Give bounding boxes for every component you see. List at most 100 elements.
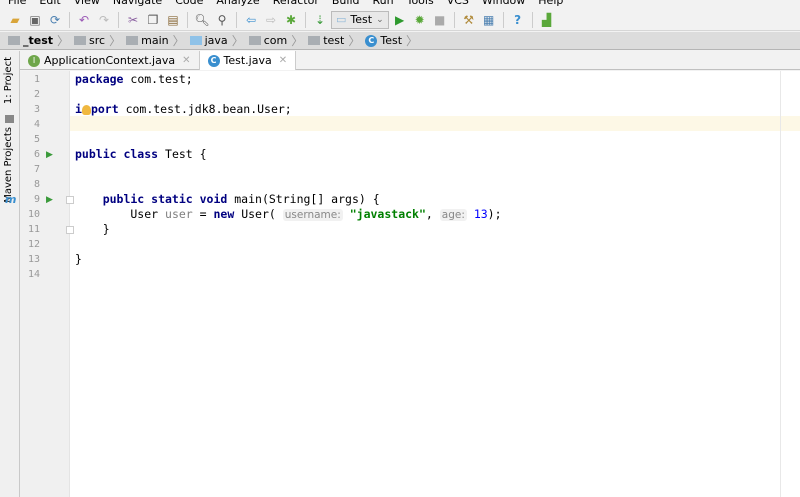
package-icon — [248, 36, 261, 45]
chevron-right-icon: 〉 — [109, 34, 122, 48]
open-icon[interactable]: ▰ — [6, 11, 24, 29]
breadcrumb-label: test — [323, 34, 345, 47]
line-number: 3 — [33, 104, 40, 115]
toolbar: ▰ ▣ ⟳ ↶ ↷ ✂ ❐ ▤ 🔍︎ ⚲ ⇦ ⇨ ✱ ⇣ ▭ Test ⌄ ▶ … — [0, 9, 800, 31]
divider — [453, 11, 455, 28]
chevron-right-icon: 〉 — [57, 34, 70, 48]
interface-icon: I — [28, 54, 40, 67]
class-icon: C — [365, 34, 378, 47]
project-tool-button[interactable]: 1: Project — [3, 57, 14, 104]
breadcrumb-label: _test — [23, 34, 54, 47]
undo-icon[interactable]: ↶ — [75, 11, 93, 29]
maven-projects-tool-button[interactable]: Maven Projects — [3, 127, 14, 203]
menu-edit[interactable]: Edit — [31, 0, 65, 8]
run-icon[interactable]: ▶ — [391, 11, 409, 29]
fold-marker-icon[interactable] — [66, 226, 74, 234]
chevron-right-icon: 〉 — [406, 34, 419, 48]
menu-refactor[interactable]: Refactor — [265, 0, 324, 8]
make-icon[interactable]: ✱ — [282, 11, 300, 29]
line-number: 9 — [33, 194, 40, 205]
code-line-1: package com.test; — [75, 72, 193, 86]
breadcrumb-label: main — [141, 34, 169, 47]
divider — [187, 11, 188, 28]
project-structure-icon[interactable]: ▦ — [480, 11, 498, 29]
chevron-right-icon: 〉 — [231, 34, 244, 48]
line-number: 1 — [33, 74, 40, 85]
code-line-11: } — [75, 222, 110, 236]
breadcrumb-label: Test — [380, 34, 403, 47]
divider — [118, 11, 119, 28]
menu-run[interactable]: Run — [365, 0, 399, 8]
run-config-select[interactable]: ▭ Test ⌄ — [331, 10, 389, 29]
build-icon[interactable]: ⇣ — [311, 11, 329, 29]
tab-label: ApplicationContext.java — [44, 54, 176, 67]
close-icon[interactable]: ✕ — [182, 55, 190, 66]
right-margin-guide — [780, 71, 781, 497]
breadcrumb-label: src — [89, 34, 106, 47]
copy-icon[interactable]: ❐ — [144, 11, 162, 29]
breadcrumb-item-class[interactable]: C Test — [363, 34, 406, 47]
cut-icon[interactable]: ✂ — [124, 11, 142, 29]
line-number: 6 — [33, 149, 40, 160]
menu-help[interactable]: Help — [530, 0, 568, 8]
vcs-icon[interactable]: ▟ — [538, 11, 556, 29]
settings-icon[interactable]: ⚒ — [460, 11, 478, 29]
line-number: 2 — [33, 89, 40, 100]
left-tool-strip: 1: Project Maven Projects m — [0, 51, 20, 497]
menu-tools[interactable]: Tools — [399, 0, 439, 8]
chevron-right-icon: 〉 — [291, 34, 304, 48]
menu-file[interactable]: File — [0, 0, 31, 8]
run-gutter-icon[interactable]: ▶ — [46, 148, 53, 163]
line-number: 12 — [27, 239, 40, 250]
line-number: 5 — [33, 134, 40, 145]
tab-test-java[interactable]: C Test.java ✕ — [198, 51, 297, 70]
stop-icon[interactable]: ■ — [431, 11, 449, 29]
run-config-file-icon: ▭ — [336, 13, 347, 26]
code-editor[interactable]: package com.test; i port com.test.jdk8.be… — [70, 71, 800, 497]
menu-view[interactable]: View — [66, 0, 105, 8]
breadcrumb-item-com[interactable]: com — [247, 34, 292, 47]
redo-icon[interactable]: ↷ — [95, 11, 113, 29]
menu-build[interactable]: Build — [324, 0, 365, 8]
line-number: 13 — [27, 254, 40, 265]
back-icon[interactable]: ⇦ — [242, 11, 260, 29]
line-number: 7 — [33, 164, 40, 175]
forward-icon[interactable]: ⇨ — [262, 11, 280, 29]
breadcrumb-item-main[interactable]: main — [124, 34, 172, 47]
save-icon[interactable]: ▣ — [26, 11, 44, 29]
fold-marker-icon[interactable] — [66, 196, 74, 204]
close-icon[interactable]: ✕ — [279, 55, 287, 66]
line-number: 11 — [27, 224, 40, 235]
breadcrumb-item-test[interactable]: test — [306, 34, 348, 47]
tab-applicationcontext-java[interactable]: I ApplicationContext.java ✕ — [20, 51, 199, 70]
chevron-down-icon: ⌄ — [376, 14, 384, 25]
breadcrumb-item-java[interactable]: java — [188, 34, 232, 47]
lightbulb-icon[interactable] — [81, 104, 91, 115]
debug-icon[interactable]: ✹ — [411, 11, 429, 29]
menu-navigate[interactable]: Navigate — [105, 0, 167, 8]
menu-window[interactable]: Window — [474, 0, 530, 8]
source-folder-icon — [189, 36, 202, 45]
menu-analyze[interactable]: Analyze — [208, 0, 264, 8]
editor-tabs: I ApplicationContext.java ✕ C Test.java … — [20, 51, 800, 70]
breadcrumb-item-src[interactable]: src — [72, 34, 109, 47]
breadcrumb-label: java — [204, 34, 228, 47]
menu-vcs[interactable]: VCS — [439, 0, 474, 8]
breadcrumb-item-project[interactable]: _test — [6, 34, 57, 47]
help-icon[interactable]: ? — [509, 11, 527, 29]
replace-icon[interactable]: ⚲ — [213, 11, 231, 29]
code-line-3: i port com.test.jdk8.bean.User; — [75, 102, 292, 116]
divider — [69, 11, 70, 28]
sync-icon[interactable]: ⟳ — [46, 11, 64, 29]
tab-label: Test.java — [223, 54, 272, 67]
menu-code[interactable]: Code — [167, 0, 208, 8]
current-line-highlight — [70, 116, 800, 131]
folder-icon — [8, 36, 20, 45]
paste-icon[interactable]: ▤ — [164, 11, 182, 29]
code-line-13: } — [75, 252, 82, 266]
run-gutter-icon[interactable]: ▶ — [46, 193, 53, 208]
find-icon[interactable]: 🔍︎ — [193, 11, 211, 29]
divider — [236, 11, 237, 28]
folder-icon — [126, 36, 139, 45]
line-number: 14 — [27, 269, 40, 280]
